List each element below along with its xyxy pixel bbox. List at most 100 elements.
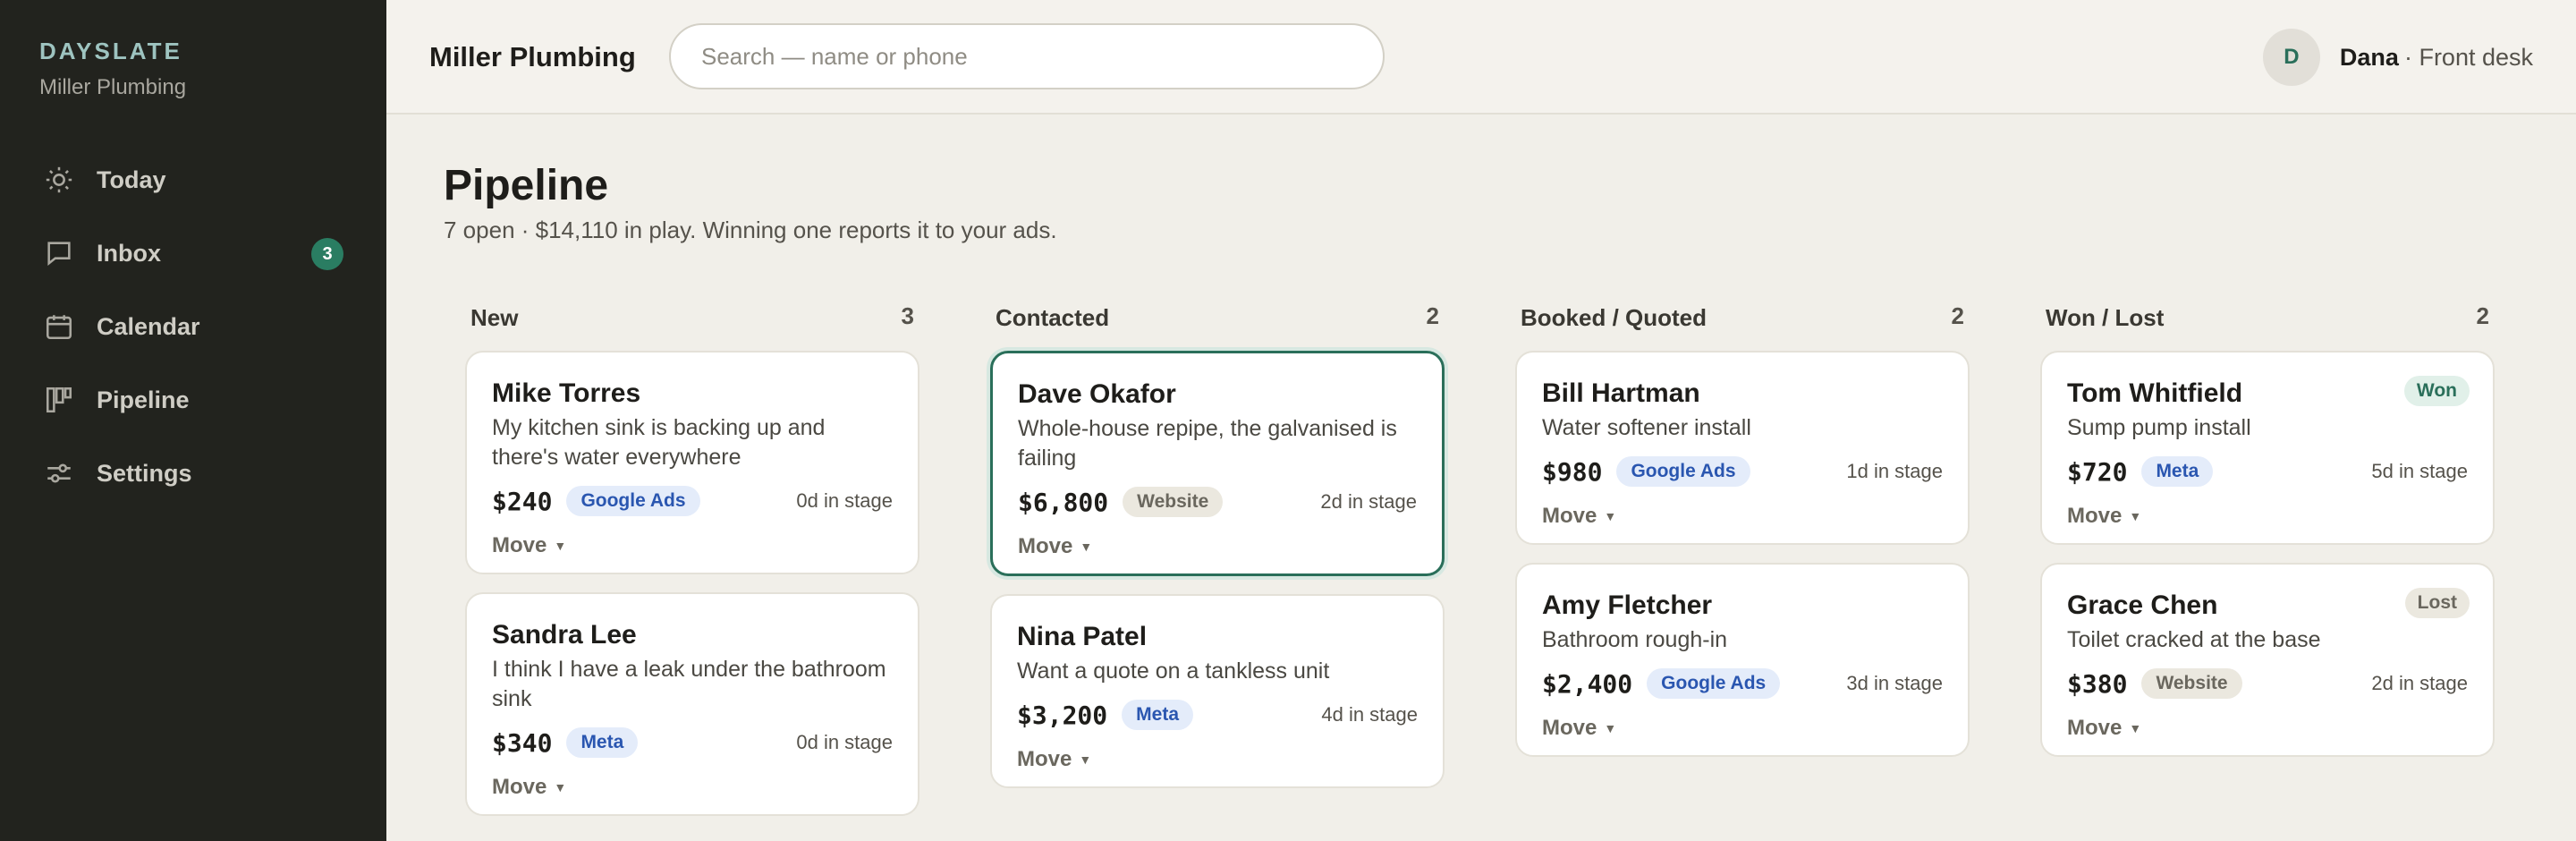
lead-name: Nina Patel bbox=[1017, 622, 1148, 651]
move-button[interactable]: Move ▼ bbox=[2067, 701, 2468, 755]
user-name: Dana bbox=[2339, 43, 2399, 71]
lead-card[interactable]: Lost Grace Chen Toilet cracked at the ba… bbox=[2040, 563, 2495, 757]
lead-description: Sump pump install bbox=[2067, 415, 2251, 440]
caret-down-icon: ▼ bbox=[2129, 721, 2142, 735]
column-header: Won / Lost 2 bbox=[2040, 301, 2495, 351]
column-count: 3 bbox=[901, 302, 914, 329]
shop-name: Miller Plumbing bbox=[429, 41, 636, 72]
move-button[interactable]: Move ▼ bbox=[1542, 489, 1943, 543]
column-count: 2 bbox=[2476, 302, 2489, 329]
sidebar-item-label: Inbox bbox=[97, 239, 161, 267]
move-button[interactable]: Move ▼ bbox=[1018, 520, 1417, 573]
lead-meta-row: $980 Google Ads 1d in stage bbox=[1542, 454, 1943, 489]
lead-meta-row: $6,800 Website 2d in stage bbox=[1018, 484, 1417, 520]
column-won-lost: Won / Lost 2 Won Tom Whitfield Sump pump… bbox=[2040, 301, 2495, 775]
kanban-icon bbox=[43, 384, 75, 416]
source-tag: Google Ads bbox=[566, 486, 700, 516]
move-button[interactable]: Move ▼ bbox=[492, 760, 893, 814]
lead-amount: $6,800 bbox=[1018, 487, 1109, 517]
lead-card[interactable]: Amy Fletcher Bathroom rough-in $2,400 Go… bbox=[1515, 563, 1970, 757]
caret-down-icon: ▼ bbox=[1604, 721, 1617, 735]
lead-card[interactable]: Mike Torres My kitchen sink is backing u… bbox=[465, 351, 919, 574]
move-label: Move bbox=[1542, 716, 1597, 740]
lead-amount: $240 bbox=[492, 486, 553, 516]
caret-down-icon: ▼ bbox=[554, 539, 567, 553]
sidebar-item-calendar[interactable]: Calendar bbox=[0, 290, 386, 363]
move-button[interactable]: Move ▼ bbox=[1542, 701, 1943, 755]
move-label: Move bbox=[492, 533, 547, 557]
sidebar-item-label: Calendar bbox=[97, 312, 200, 340]
lead-description: Toilet cracked at the base bbox=[2067, 627, 2321, 652]
page-subtitle: 7 open · $14,110 in play. Winning one re… bbox=[444, 217, 1057, 243]
lead-meta-row: $240 Google Ads 0d in stage bbox=[492, 483, 893, 519]
sidebar-item-inbox[interactable]: Inbox 3 bbox=[0, 217, 386, 290]
sliders-icon bbox=[43, 457, 75, 489]
time-in-stage: 5d in stage bbox=[2371, 460, 2468, 482]
caret-down-icon: ▼ bbox=[1079, 752, 1092, 767]
time-in-stage: 0d in stage bbox=[796, 731, 893, 753]
calendar-icon bbox=[43, 310, 75, 343]
lead-card-selected[interactable]: Dave Okafor Whole-house repipe, the galv… bbox=[990, 351, 1445, 576]
lead-card[interactable]: Nina Patel Want a quote on a tankless un… bbox=[990, 594, 1445, 788]
source-tag: Meta bbox=[1122, 700, 1194, 730]
column-count: 2 bbox=[1951, 302, 1964, 329]
move-button[interactable]: Move ▼ bbox=[1017, 733, 1418, 786]
lead-amount: $3,200 bbox=[1017, 700, 1108, 730]
lead-name: Bill Hartman bbox=[1542, 378, 1700, 408]
column-count: 2 bbox=[1426, 302, 1439, 329]
sidebar-item-settings[interactable]: Settings bbox=[0, 437, 386, 510]
move-label: Move bbox=[492, 775, 547, 799]
sidebar-item-pipeline[interactable]: Pipeline bbox=[0, 363, 386, 437]
status-badge-lost: Lost bbox=[2404, 588, 2470, 618]
move-label: Move bbox=[1017, 747, 1072, 771]
column-new: New 3 Mike Torres My kitchen sink is bac… bbox=[465, 301, 919, 834]
time-in-stage: 1d in stage bbox=[1846, 460, 1943, 482]
column-booked-quoted: Booked / Quoted 2 Bill Hartman Water sof… bbox=[1515, 301, 1970, 775]
lead-meta-row: $380 Website 2d in stage bbox=[2067, 666, 2468, 701]
lead-description: I think I have a leak under the bathroom… bbox=[492, 657, 886, 711]
lead-card[interactable]: Won Tom Whitfield Sump pump install $720… bbox=[2040, 351, 2495, 545]
caret-down-icon: ▼ bbox=[1604, 509, 1617, 523]
move-label: Move bbox=[1018, 534, 1073, 558]
source-tag: Website bbox=[1123, 487, 1224, 517]
lead-name: Mike Torres bbox=[492, 378, 641, 408]
lead-meta-row: $340 Meta 0d in stage bbox=[492, 725, 893, 760]
search-input[interactable] bbox=[669, 23, 1385, 89]
sidebar-item-label: Settings bbox=[97, 459, 192, 487]
lead-meta-row: $720 Meta 5d in stage bbox=[2067, 454, 2468, 489]
brand-logo: DAYSLATE bbox=[39, 38, 182, 64]
lead-name: Sandra Lee bbox=[492, 620, 637, 650]
move-button[interactable]: Move ▼ bbox=[2067, 489, 2468, 543]
page-title: Pipeline bbox=[444, 162, 609, 209]
column-header: Contacted 2 bbox=[990, 301, 1445, 351]
top-header: Miller Plumbing D Dana · Front desk bbox=[386, 0, 2576, 115]
caret-down-icon: ▼ bbox=[2129, 509, 2142, 523]
time-in-stage: 4d in stage bbox=[1321, 703, 1418, 726]
column-title: Booked / Quoted bbox=[1521, 304, 1707, 331]
column-title: New bbox=[470, 304, 519, 331]
column-contacted: Contacted 2 Dave Okafor Whole-house repi… bbox=[990, 301, 1445, 806]
move-button[interactable]: Move ▼ bbox=[492, 519, 893, 573]
lead-name: Amy Fletcher bbox=[1542, 590, 1713, 620]
lead-description: Whole-house repipe, the galvanised is fa… bbox=[1018, 416, 1397, 471]
user-role: · Front desk bbox=[2403, 43, 2533, 71]
sidebar-item-today[interactable]: Today bbox=[0, 143, 386, 217]
time-in-stage: 3d in stage bbox=[1846, 672, 1943, 694]
lead-card[interactable]: Sandra Lee I think I have a leak under t… bbox=[465, 592, 919, 816]
column-header: Booked / Quoted 2 bbox=[1515, 301, 1970, 351]
time-in-stage: 0d in stage bbox=[796, 489, 893, 512]
column-title: Won / Lost bbox=[2046, 304, 2165, 331]
avatar: D bbox=[2262, 29, 2320, 86]
lead-card[interactable]: Bill Hartman Water softener install $980… bbox=[1515, 351, 1970, 545]
status-badge-won: Won bbox=[2403, 376, 2470, 406]
lead-amount: $720 bbox=[2067, 456, 2128, 487]
caret-down-icon: ▼ bbox=[1080, 539, 1093, 554]
lead-meta-row: $2,400 Google Ads 3d in stage bbox=[1542, 666, 1943, 701]
column-header: New 3 bbox=[465, 301, 919, 351]
sidebar-item-label: Pipeline bbox=[97, 386, 190, 413]
lead-description: My kitchen sink is backing up and there'… bbox=[492, 415, 826, 470]
time-in-stage: 2d in stage bbox=[2371, 672, 2468, 694]
column-title: Contacted bbox=[996, 304, 1110, 331]
inbox-count-badge: 3 bbox=[311, 238, 343, 270]
user-menu[interactable]: D Dana · Front desk bbox=[2262, 29, 2533, 86]
